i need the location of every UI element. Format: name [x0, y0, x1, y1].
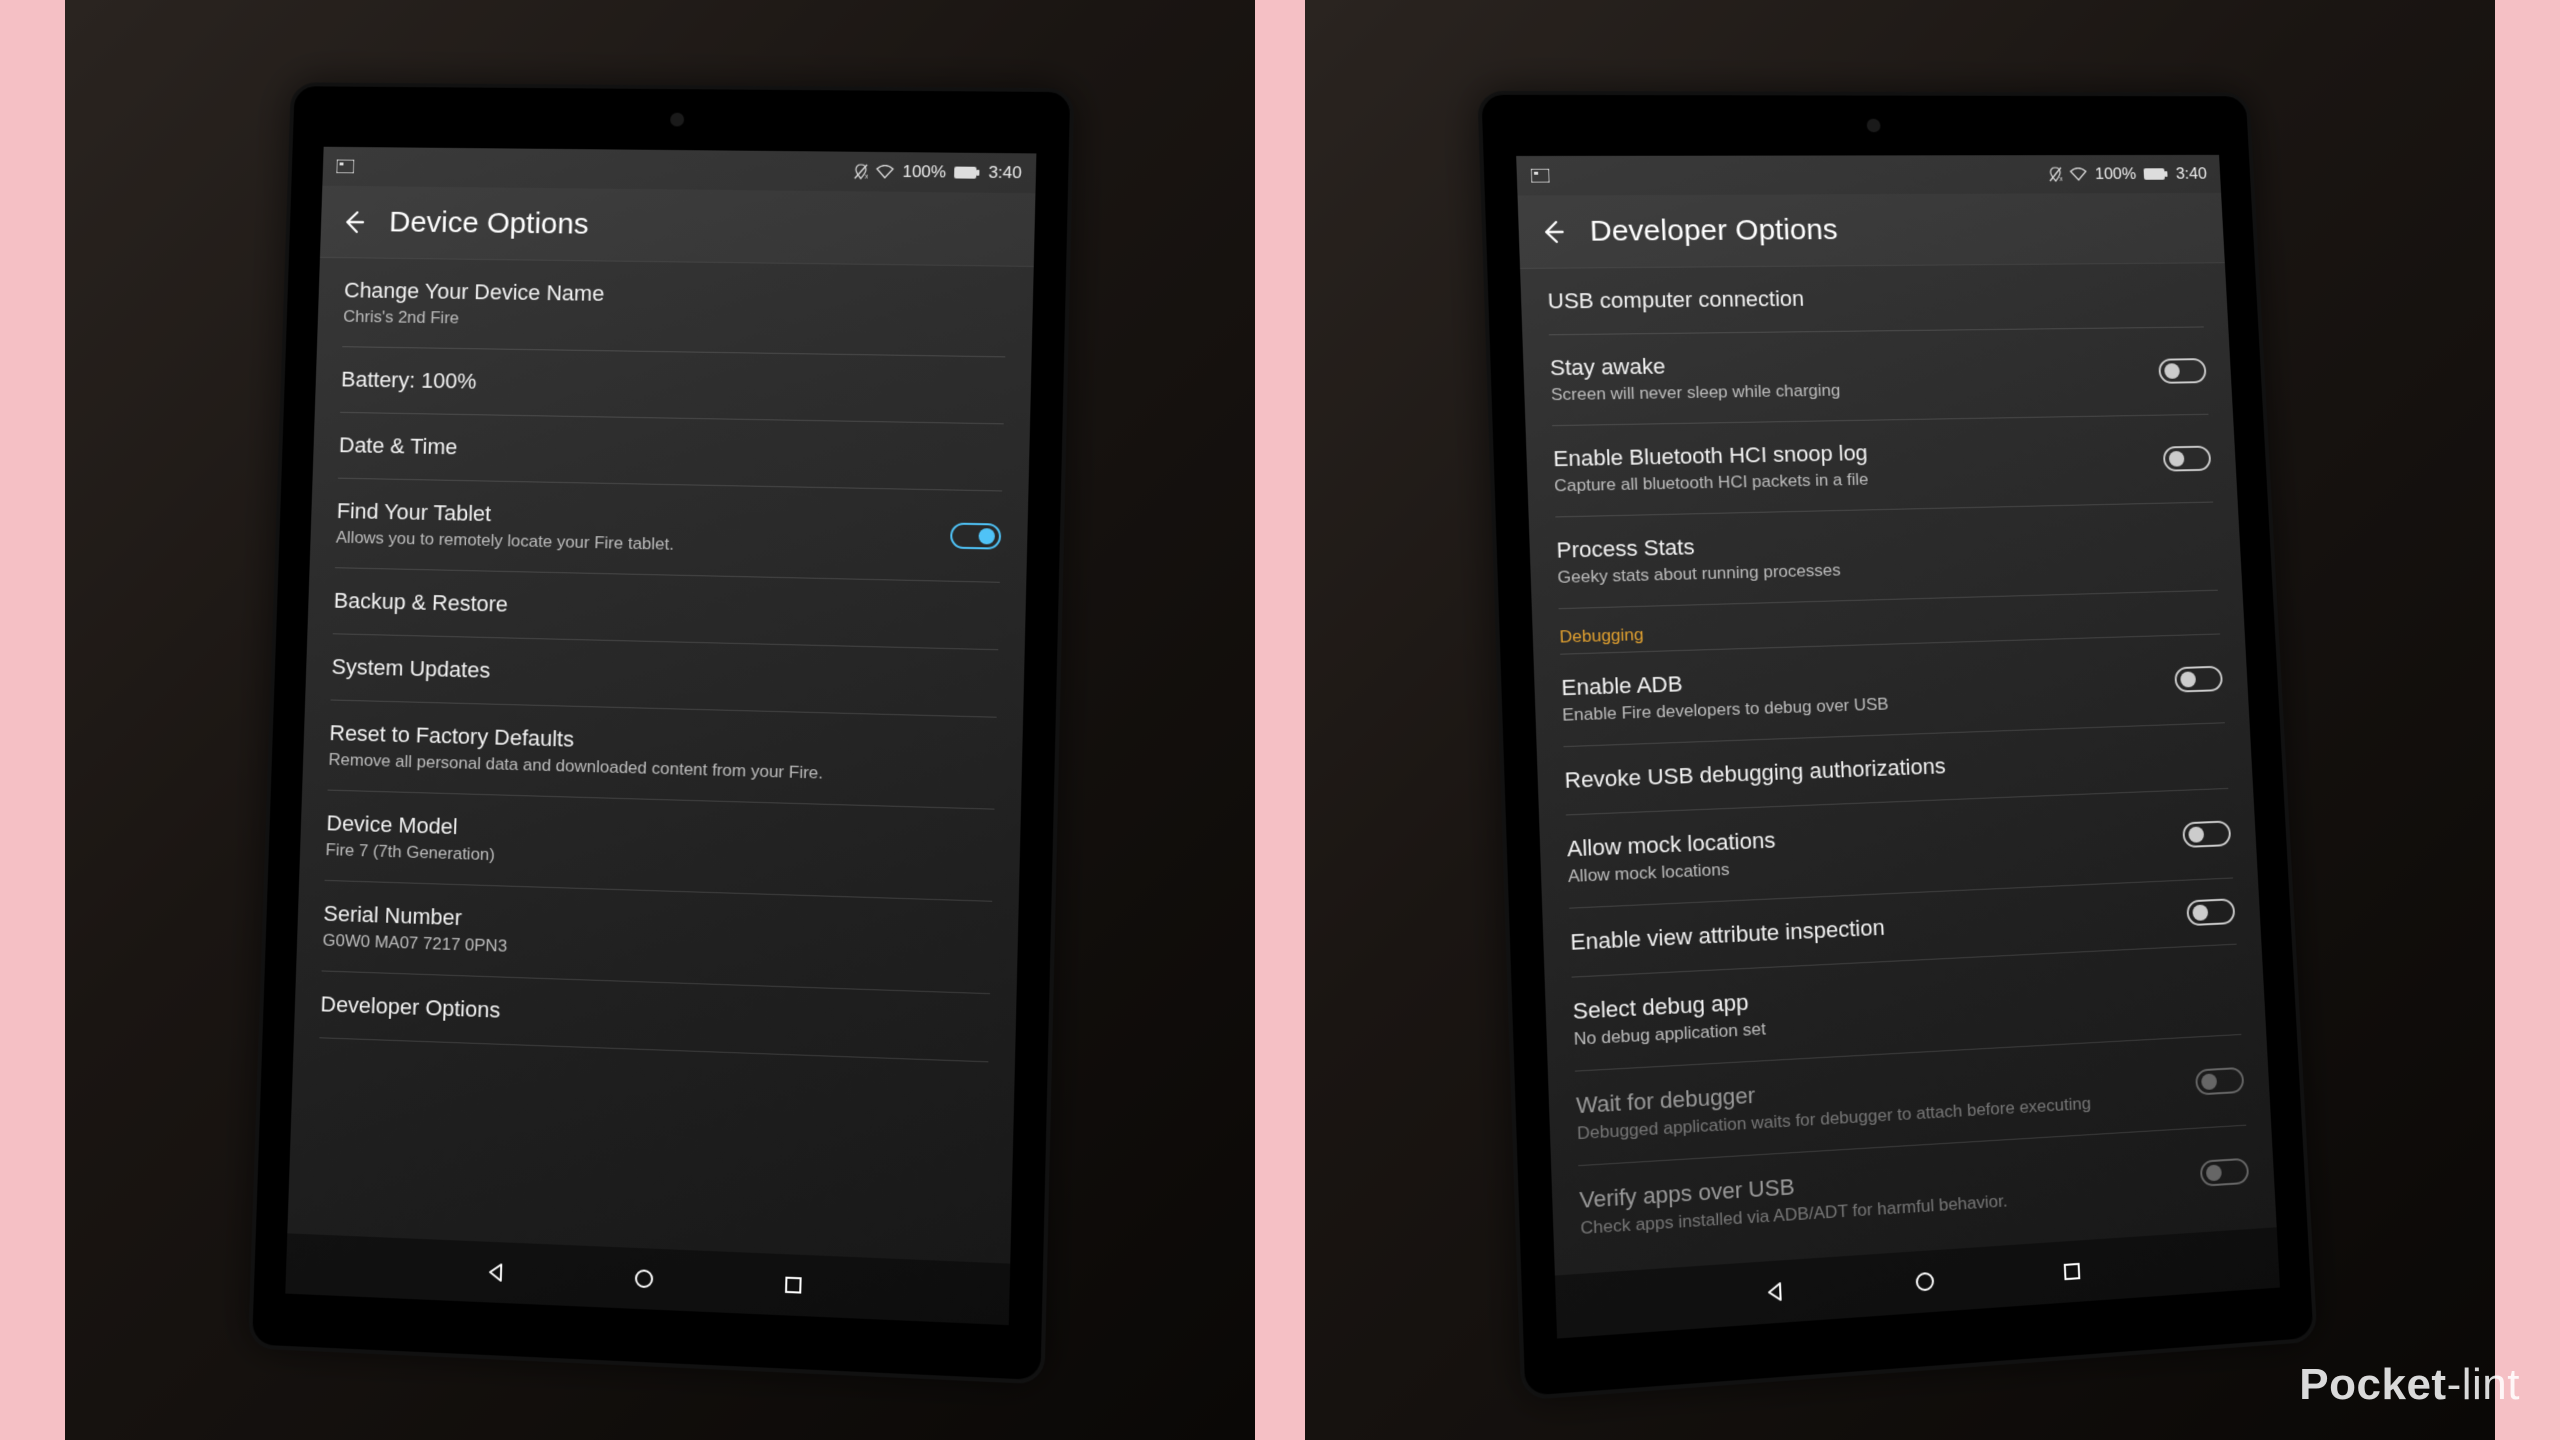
wifi-icon [2070, 168, 2088, 181]
app-indicator-icon [336, 160, 354, 174]
front-camera [670, 113, 684, 127]
nav-recent[interactable] [2058, 1256, 2087, 1286]
screen-device-options: x 100% 3:40 Device Options [285, 147, 1036, 1325]
svg-text:x: x [2060, 176, 2063, 182]
bt-snoop-toggle[interactable] [2163, 446, 2212, 472]
battery-icon [954, 166, 981, 180]
page-title: Device Options [389, 205, 589, 241]
enable-adb-toggle[interactable] [2174, 666, 2223, 693]
setting-usb-connection[interactable]: USB computer connection [1547, 263, 2204, 335]
settings-list[interactable]: Change Your Device NameChris's 2nd Fire … [287, 258, 1033, 1264]
app-indicator-icon [1531, 169, 1550, 183]
header-bar: Device Options [320, 186, 1036, 267]
battery-icon [2143, 167, 2168, 180]
tablet-frame: x 100% 3:40 Device Options [248, 82, 1074, 1384]
watermark: Pocket-lint [2299, 1360, 2520, 1410]
stay-awake-toggle[interactable] [2158, 358, 2207, 384]
back-button[interactable] [338, 207, 368, 237]
front-camera [1866, 119, 1880, 133]
clock: 3:40 [988, 163, 1022, 183]
battery-percent: 100% [2094, 165, 2136, 184]
svg-text:x: x [865, 174, 868, 180]
setting-change-device-name[interactable]: Change Your Device NameChris's 2nd Fire [342, 258, 1007, 357]
verify-apps-toggle [2200, 1158, 2250, 1187]
nav-home[interactable] [630, 1264, 659, 1294]
photo-panel-left: x 100% 3:40 Device Options [65, 0, 1255, 1440]
nav-home[interactable] [1910, 1266, 1939, 1297]
screen-developer-options: x 100% 3:40 Developer Options [1516, 155, 2280, 1339]
page-title: Developer Options [1589, 213, 1838, 248]
nav-back[interactable] [482, 1258, 511, 1287]
setting-battery[interactable]: Battery: 100% [340, 347, 1005, 424]
wifi-icon [876, 165, 894, 179]
location-off-icon: x [854, 164, 868, 180]
status-bar: x 100% 3:40 [1516, 155, 2221, 196]
back-button[interactable] [1537, 217, 1569, 247]
setting-stay-awake[interactable]: Stay awakeScreen will never sleep while … [1549, 327, 2209, 426]
clock: 3:40 [2175, 164, 2207, 183]
mock-locations-toggle[interactable] [2182, 820, 2231, 848]
view-attr-toggle[interactable] [2186, 898, 2235, 926]
wait-debugger-toggle [2195, 1067, 2244, 1096]
photo-panel-right: x 100% 3:40 Developer Options [1305, 0, 2495, 1440]
tablet-frame: x 100% 3:40 Developer Options [1477, 91, 2317, 1401]
find-tablet-toggle[interactable] [950, 523, 1001, 550]
header-bar: Developer Options [1518, 193, 2225, 269]
settings-list[interactable]: USB computer connection Stay awakeScreen… [1520, 263, 2277, 1275]
battery-percent: 100% [902, 162, 946, 182]
nav-recent[interactable] [779, 1270, 808, 1300]
setting-find-your-tablet[interactable]: Find Your TabletAllows you to remotely l… [335, 479, 1002, 583]
nav-back[interactable] [1760, 1276, 1790, 1307]
location-off-icon: x [2049, 167, 2063, 182]
setting-bt-hci-snoop[interactable]: Enable Bluetooth HCI snoop logCapture al… [1552, 415, 2213, 518]
